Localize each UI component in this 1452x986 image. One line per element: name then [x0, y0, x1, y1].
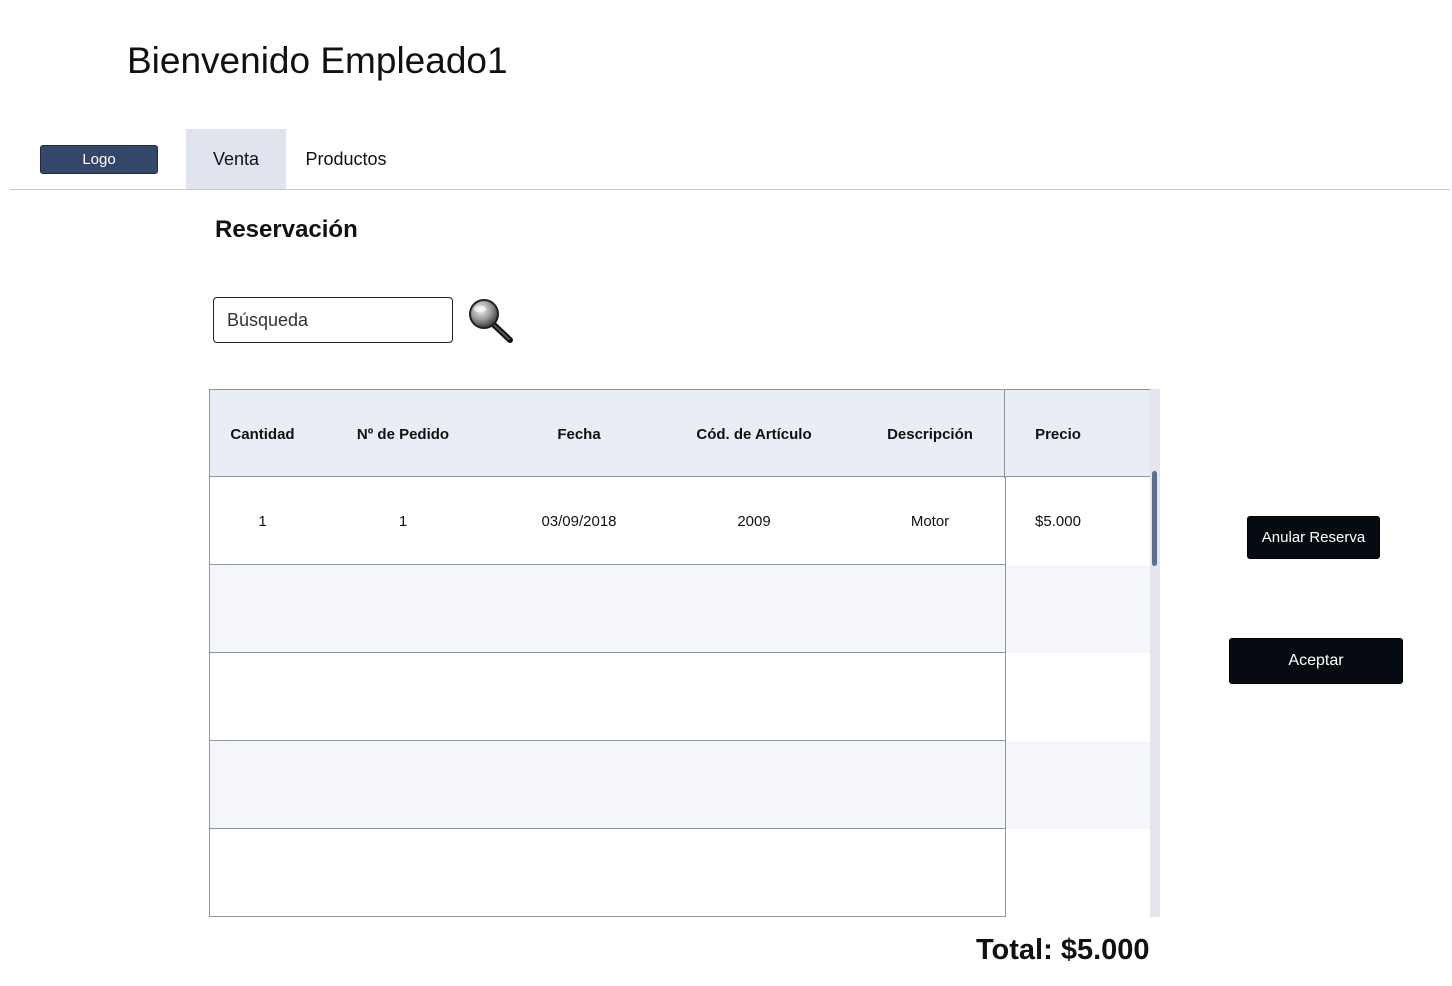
reservation-table: Cantidad Nº de Pedido Fecha Cód. de Artí… — [209, 389, 1160, 917]
welcome-heading: Bienvenido Empleado1 — [127, 40, 508, 81]
price-cell[interactable] — [1005, 741, 1151, 829]
col-pedido: Nº de Pedido — [356, 425, 450, 443]
cancel-reservation-button[interactable]: Anular Reserva — [1247, 516, 1380, 559]
col-cod-articulo: Cód. de Artículo — [696, 425, 812, 443]
price-column-separator — [1004, 390, 1005, 478]
table-row[interactable]: 1 1 03/09/2018 2009 Motor $5.000 — [209, 476, 1151, 565]
table-header: Cantidad Nº de Pedido Fecha Cód. de Artí… — [209, 389, 1151, 478]
price-cell[interactable] — [1005, 829, 1151, 917]
price-cell[interactable] — [1005, 653, 1151, 741]
cell-precio: $5.000 — [1035, 512, 1081, 530]
accept-button[interactable]: Aceptar — [1229, 638, 1403, 684]
col-cantidad: Cantidad — [230, 425, 295, 443]
search-icon[interactable] — [466, 298, 514, 344]
price-cell[interactable] — [1005, 565, 1151, 653]
price-cell[interactable]: $5.000 — [1005, 476, 1151, 565]
search-input[interactable] — [213, 297, 453, 343]
col-descripcion: Descripción — [887, 425, 973, 443]
table-row[interactable] — [209, 741, 1151, 829]
table-scrollbar[interactable] — [1150, 389, 1160, 917]
table-row[interactable] — [209, 653, 1151, 741]
tab-productos[interactable]: Productos — [296, 129, 396, 189]
table-scrollbar-thumb[interactable] — [1152, 471, 1157, 566]
table-row[interactable] — [209, 829, 1151, 917]
cell-fecha: 03/09/2018 — [541, 512, 617, 530]
logo-button[interactable]: Logo — [40, 145, 158, 174]
cell-cod-articulo: 2009 — [737, 512, 771, 530]
total-amount: Total: $5.000 — [976, 934, 1150, 966]
col-fecha: Fecha — [557, 425, 601, 443]
cell-descripcion: Motor — [910, 512, 950, 530]
page: Bienvenido Empleado1 Logo Venta Producto… — [0, 0, 1452, 986]
nav-divider — [10, 189, 1450, 190]
cell-pedido: 1 — [398, 512, 408, 530]
col-precio: Precio — [1035, 425, 1081, 443]
cell-cantidad: 1 — [258, 512, 267, 530]
section-title: Reservación — [215, 216, 358, 243]
tab-venta[interactable]: Venta — [186, 129, 286, 189]
table-row[interactable] — [209, 565, 1151, 653]
